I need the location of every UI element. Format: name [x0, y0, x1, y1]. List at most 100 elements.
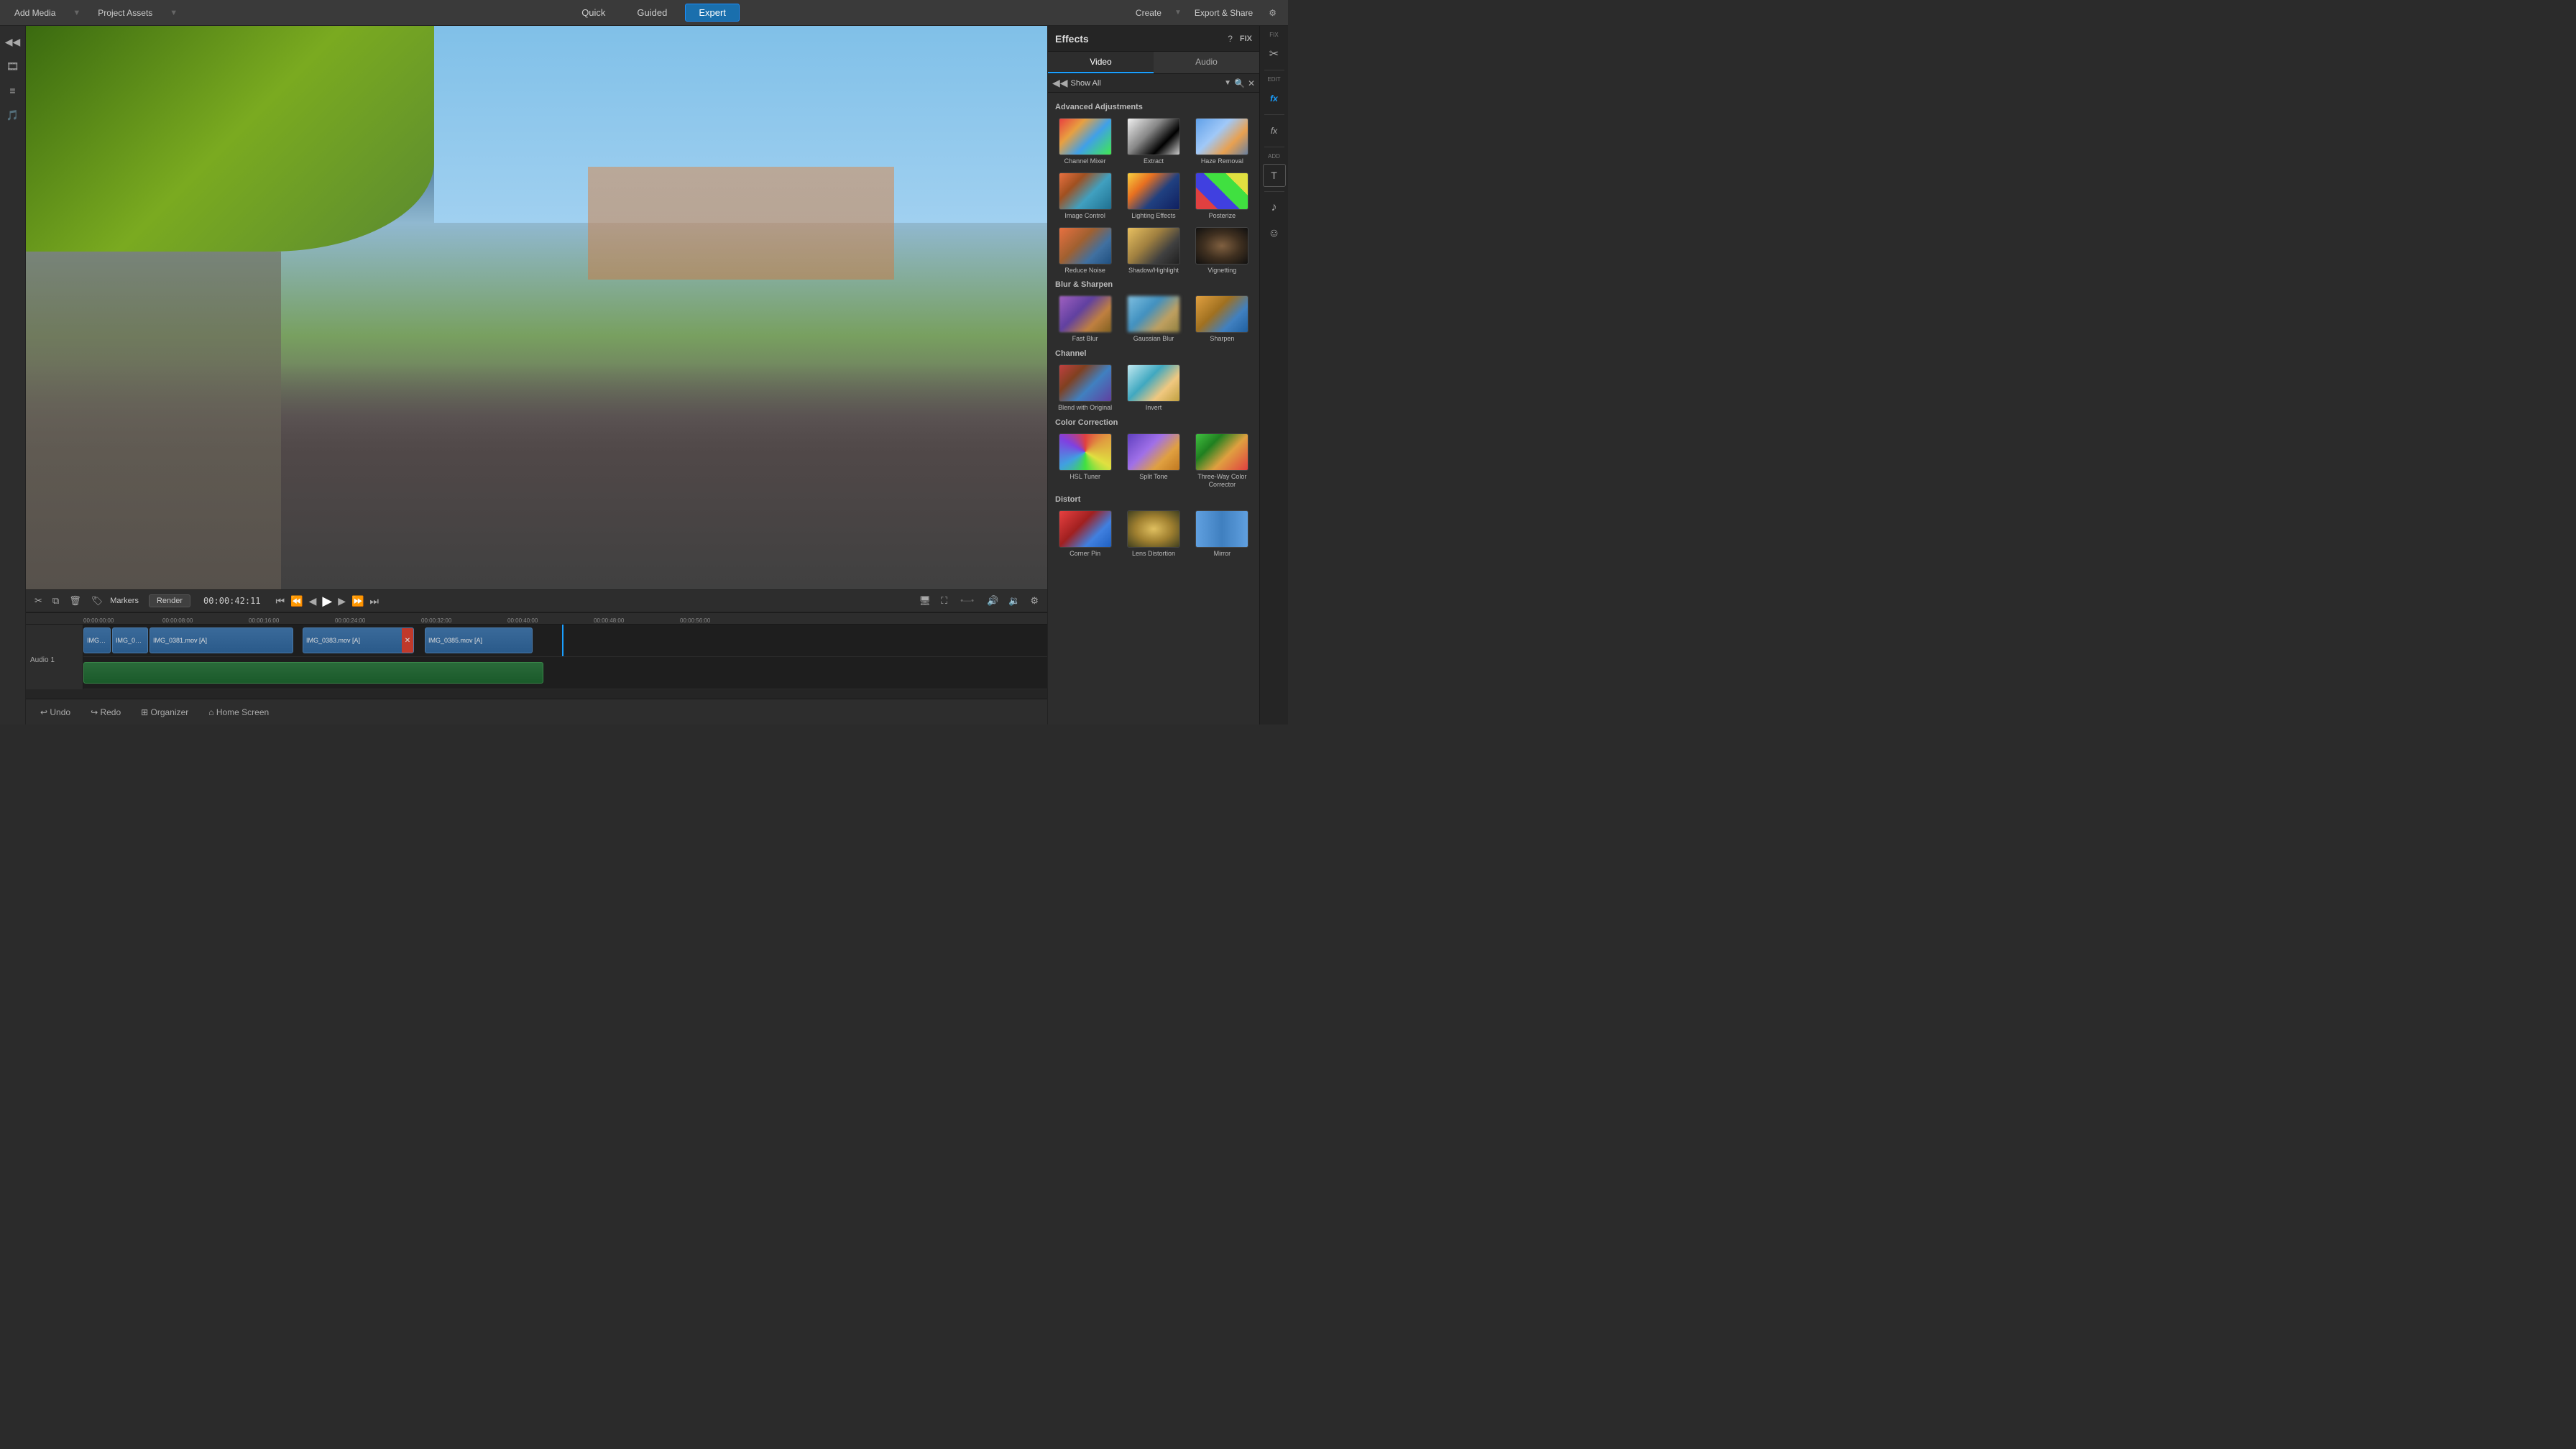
playhead[interactable]	[562, 625, 564, 656]
effect-mirror[interactable]: Mirror	[1190, 508, 1255, 560]
fix-label: FIX	[1240, 34, 1252, 43]
prev-category-button[interactable]: ◀◀	[1052, 77, 1068, 89]
clip-img0381[interactable]: IMG_0381.mov [A]	[150, 627, 293, 653]
mode-guided[interactable]: Guided	[623, 4, 681, 22]
settings-icon-button[interactable]: ⚙	[1266, 6, 1279, 19]
section-advanced-adjustments: Advanced Adjustments	[1055, 103, 1255, 111]
thumb-lighting-effects	[1127, 172, 1180, 210]
emoji-tool-button[interactable]: ☺	[1263, 222, 1286, 245]
thumb-posterize	[1195, 172, 1248, 210]
effect-lighting-effects[interactable]: Lighting Effects	[1121, 170, 1186, 222]
thumb-lens-distortion	[1127, 510, 1180, 548]
effect-blend-original[interactable]: Blend with Original	[1052, 362, 1118, 414]
effect-haze-removal[interactable]: Haze Removal	[1190, 116, 1255, 167]
thumb-split-tone	[1127, 433, 1180, 471]
color-correction-grid: HSL Tuner Split Tone Three-Way Color Cor…	[1052, 431, 1255, 491]
duplicate-icon[interactable]: ⧉	[50, 594, 62, 608]
sidebar-audio-icon[interactable]: 🎵	[3, 105, 23, 125]
mode-quick[interactable]: Quick	[568, 4, 619, 22]
audio-level-icon[interactable]: 🔊	[984, 594, 1001, 608]
effect-split-tone[interactable]: Split Tone	[1121, 431, 1186, 491]
clip-img0385[interactable]: IMG_0385.mov [A]	[425, 627, 533, 653]
effect-three-way-corrector[interactable]: Three-Way Color Corrector	[1190, 431, 1255, 491]
effect-corner-pin[interactable]: Corner Pin	[1052, 508, 1118, 560]
effect-posterize[interactable]: Posterize	[1190, 170, 1255, 222]
go-to-end-button[interactable]: ⏭	[367, 594, 381, 609]
effects-tool-button[interactable]: fx	[1263, 119, 1286, 142]
thumb-mirror	[1195, 510, 1248, 548]
step-back-button[interactable]: ⏪	[288, 594, 305, 609]
timecode-display: 00:00:42:11	[203, 596, 260, 606]
add-media-button[interactable]: Add Media	[9, 5, 61, 21]
video-audio-tabs: Video Audio	[1048, 52, 1259, 74]
undo-button[interactable]: ↩ Undo	[34, 705, 76, 719]
monitor-settings-icon[interactable]: 🖥	[916, 594, 934, 608]
effect-vignetting[interactable]: Vignetting	[1190, 225, 1255, 277]
mode-expert[interactable]: Expert	[685, 4, 740, 22]
audio-tool-button[interactable]: ♪	[1263, 196, 1286, 219]
search-effects-button[interactable]: 🔍	[1234, 78, 1245, 88]
tab-video[interactable]: Video	[1048, 52, 1154, 73]
scissors-tool-button[interactable]: ✂	[1263, 42, 1286, 65]
effect-channel-mixer[interactable]: Channel Mixer	[1052, 116, 1118, 167]
clip-img03[interactable]: IMG_03	[83, 627, 111, 653]
step-forward-button[interactable]: ⏩	[349, 594, 366, 609]
ts-2: 00:00:16:00	[249, 617, 279, 624]
ts-7: 00:00:56:00	[680, 617, 710, 624]
effects-scroll-area[interactable]: Advanced Adjustments Channel Mixer Extra…	[1048, 93, 1259, 724]
topbar: Add Media ▼ Project Assets ▼ Quick Guide…	[0, 0, 1288, 26]
effect-hsl-tuner[interactable]: HSL Tuner	[1052, 431, 1118, 491]
label-mirror: Mirror	[1214, 550, 1231, 558]
effect-sharpen[interactable]: Sharpen	[1190, 293, 1255, 345]
thumb-channel-mixer	[1059, 118, 1112, 155]
play-button[interactable]: ▶	[320, 592, 334, 610]
video-preview	[26, 26, 1047, 589]
audio-clip-1[interactable]	[83, 662, 543, 684]
edit-section-label: EDIT	[1267, 75, 1280, 84]
text-tool-button[interactable]: T	[1263, 164, 1286, 187]
delete-icon[interactable]: 🗑	[66, 594, 84, 608]
markers-icon[interactable]: 🏷	[88, 594, 106, 608]
label-vignetting: Vignetting	[1208, 267, 1236, 275]
tab-audio[interactable]: Audio	[1154, 52, 1259, 73]
divider-4	[1264, 191, 1284, 192]
organizer-button[interactable]: ⊞ Organizer	[135, 705, 194, 719]
effect-image-control[interactable]: Image Control	[1052, 170, 1118, 222]
redo-button[interactable]: ↪ Redo	[85, 705, 126, 719]
effect-gaussian-blur[interactable]: Gaussian Blur	[1121, 293, 1186, 345]
effect-extract[interactable]: Extract	[1121, 116, 1186, 167]
go-to-start-button[interactable]: ⏮	[274, 594, 288, 609]
export-share-button[interactable]: Export & Share	[1189, 5, 1259, 21]
smart-trim-icon[interactable]: ✂	[32, 594, 45, 608]
audio-track-label: Audio 1	[30, 656, 78, 664]
create-button[interactable]: Create	[1130, 5, 1167, 21]
fullscreen-icon[interactable]: ⛶	[938, 594, 950, 608]
thumb-sharpen	[1195, 295, 1248, 333]
edit-tool-button[interactable]: fx	[1263, 87, 1286, 110]
prev-frame-button[interactable]: ◀	[307, 594, 319, 609]
volume-icon[interactable]: 🔉	[1006, 594, 1023, 608]
effect-shadow-highlight[interactable]: Shadow/Highlight	[1121, 225, 1186, 277]
clip-img0368[interactable]: IMG_0368.	[112, 627, 148, 653]
effect-fast-blur[interactable]: Fast Blur	[1052, 293, 1118, 345]
home-screen-button[interactable]: ⌂ Home Screen	[203, 705, 275, 719]
ts-4: 00:00:32:00	[421, 617, 451, 624]
effects-help-button[interactable]: ?	[1225, 32, 1236, 45]
next-frame-button[interactable]: ▶	[336, 594, 348, 609]
label-lens-distortion: Lens Distortion	[1132, 550, 1175, 558]
sidebar-layers-icon[interactable]: ≡	[3, 80, 23, 101]
effect-reduce-noise[interactable]: Reduce Noise	[1052, 225, 1118, 277]
sidebar-media-icon[interactable]: 🎞	[3, 56, 23, 76]
close-search-button[interactable]: ✕	[1248, 78, 1255, 88]
timeline-settings-icon[interactable]: ⚙	[1027, 594, 1041, 608]
project-assets-button[interactable]: Project Assets	[92, 5, 158, 21]
sidebar-collapse-icon[interactable]: ◀◀	[3, 32, 23, 52]
effect-invert[interactable]: Invert	[1121, 362, 1186, 414]
show-all-button[interactable]: Show All	[1071, 79, 1222, 88]
effect-lens-distortion[interactable]: Lens Distortion	[1121, 508, 1186, 560]
timeline: 00:00:00:00 00:00:08:00 00:00:16:00 00:0…	[26, 612, 1047, 699]
clip-img0383[interactable]: IMG_0383.mov [A] ✕	[303, 627, 414, 653]
render-button[interactable]: Render	[149, 594, 190, 607]
divider-2	[1264, 114, 1284, 115]
section-distort: Distort	[1055, 495, 1255, 504]
